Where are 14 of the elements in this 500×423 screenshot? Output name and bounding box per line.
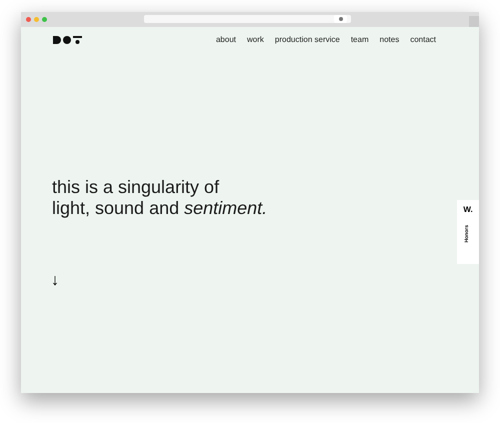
badge-mark: W. [463,204,473,216]
settings-icon[interactable] [334,15,347,23]
new-tab-icon[interactable] [469,16,479,27]
nav-link[interactable]: notes [380,34,400,46]
nav-link[interactable]: about [216,34,236,46]
hero-heading-line: this is a singularity of [52,177,220,198]
address-field[interactable] [144,15,351,23]
nav-link[interactable]: contact [410,34,436,46]
nav-link[interactable]: work [247,34,264,46]
nav-link[interactable]: team [350,34,369,46]
logo-icon[interactable] [53,36,82,44]
scroll-down-arrow[interactable]: ↓ [51,269,59,293]
nav-link[interactable]: production service [274,34,340,46]
hero-heading-line: light, sound and sentiment. [52,198,268,219]
